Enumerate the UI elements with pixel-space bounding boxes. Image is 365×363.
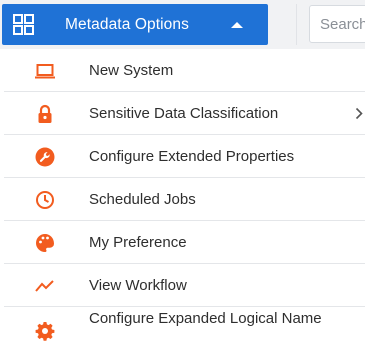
menu-item-new-system[interactable]: New System xyxy=(4,49,365,92)
grid-icon xyxy=(13,14,34,35)
toolbar-divider xyxy=(296,4,297,45)
menu-item-scheduled-jobs[interactable]: Scheduled Jobs xyxy=(4,178,365,221)
menu-item-label: Configure Extended Properties xyxy=(89,148,295,165)
menu-item-label: Configure Expanded Logical Name xyxy=(89,310,322,327)
search-box[interactable] xyxy=(309,5,365,43)
lock-icon xyxy=(38,104,52,123)
trend-line-icon xyxy=(35,280,54,292)
menu-item-view-workflow[interactable]: View Workflow xyxy=(4,264,365,307)
menu-item-label: Sensitive Data Classification xyxy=(89,105,279,122)
metadata-options-label: Metadata Options xyxy=(65,16,189,33)
palette-icon xyxy=(36,234,54,252)
laptop-icon xyxy=(35,64,55,79)
menu-item-configure-expanded-logical-name[interactable]: Configure Expanded Logical Name xyxy=(4,307,365,357)
top-bar: Metadata Options xyxy=(0,0,365,49)
menu-item-my-preference[interactable]: My Preference xyxy=(4,221,365,264)
wrench-icon xyxy=(35,147,55,167)
search-input[interactable] xyxy=(320,16,365,33)
clock-icon xyxy=(36,191,54,209)
menu-item-label: New System xyxy=(89,62,174,79)
menu-item-label: My Preference xyxy=(89,234,187,251)
menu-item-label: View Workflow xyxy=(89,277,187,294)
gear-icon xyxy=(35,322,55,341)
caret-up-icon xyxy=(231,22,243,28)
menu-item-label: Scheduled Jobs xyxy=(89,191,196,208)
menu-item-sensitive-data-classification[interactable]: Sensitive Data Classification xyxy=(4,92,365,135)
metadata-options-button[interactable]: Metadata Options xyxy=(2,4,268,45)
menu-item-configure-extended-properties[interactable]: Configure Extended Properties xyxy=(4,135,365,178)
chevron-right-icon xyxy=(355,107,363,120)
